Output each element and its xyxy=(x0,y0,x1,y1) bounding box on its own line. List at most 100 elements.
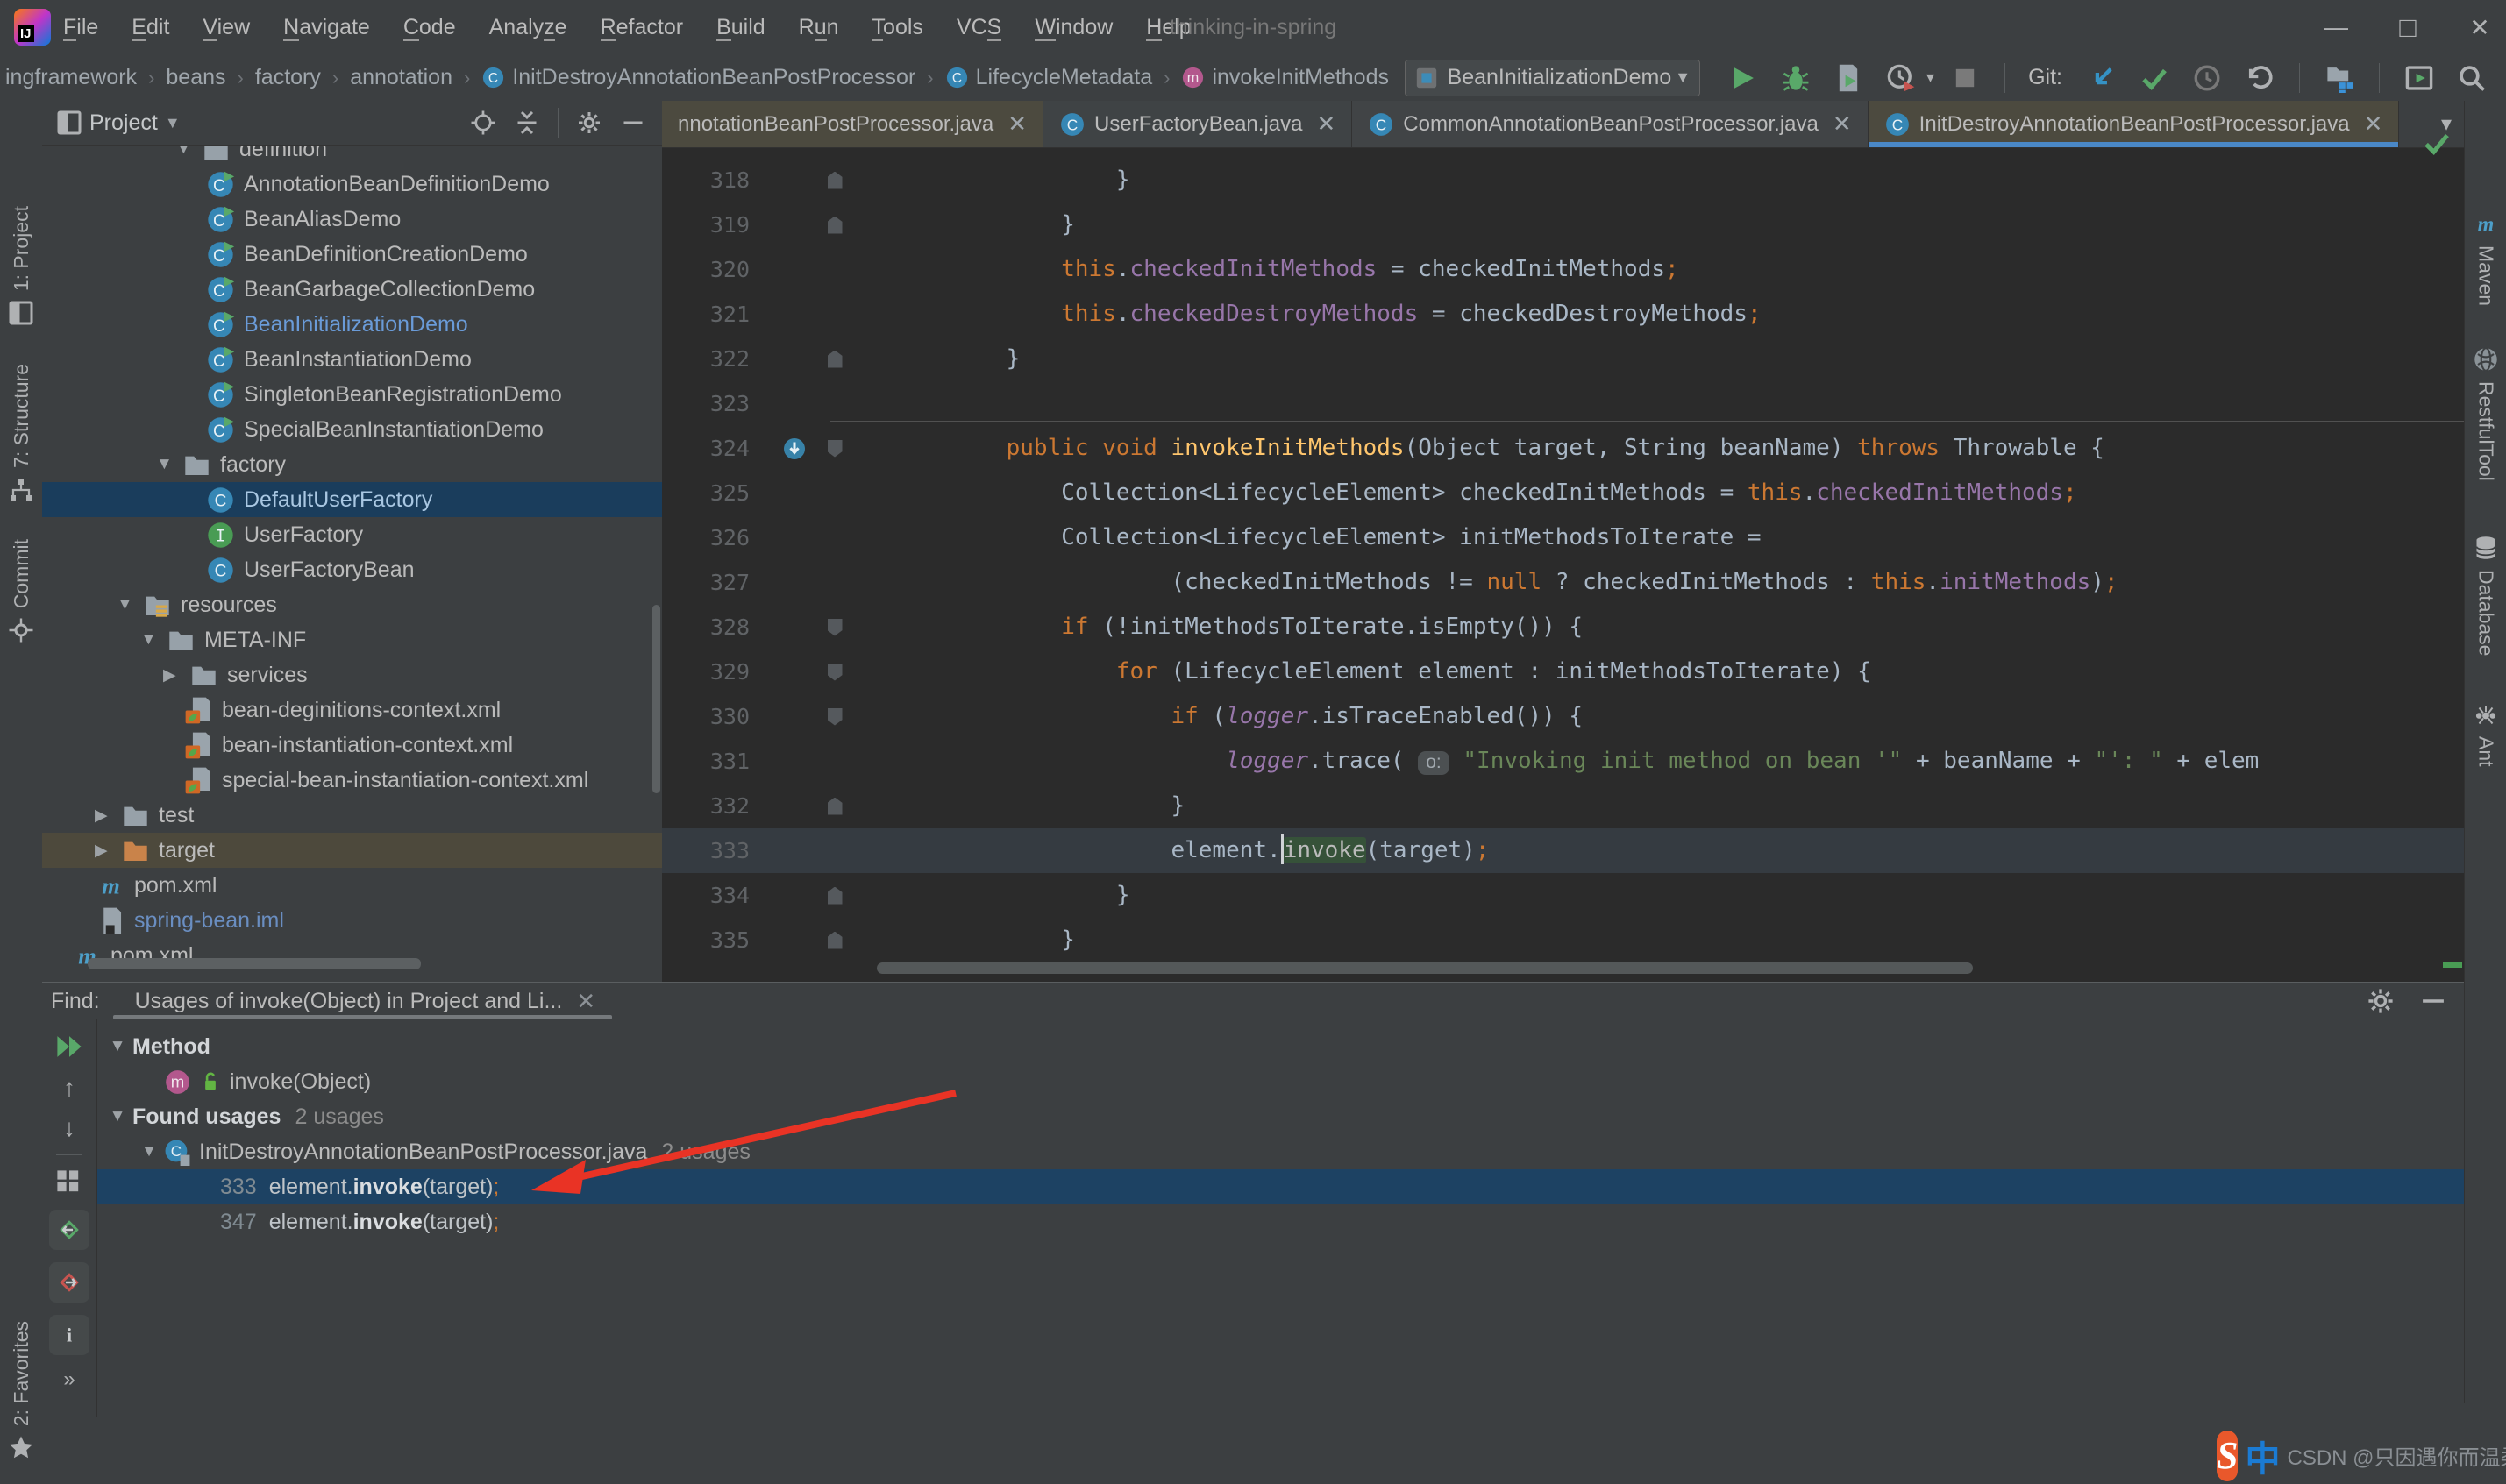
line-number[interactable]: 331 xyxy=(662,739,774,784)
code-line[interactable]: 330 if (logger.isTraceEnabled()) { xyxy=(662,694,2464,739)
menu-edit[interactable]: Edit xyxy=(132,14,169,41)
line-number[interactable]: 318 xyxy=(662,158,774,202)
editor-tab[interactable]: nnotationBeanPostProcessor.java ✕ xyxy=(662,101,1044,147)
chevron-expanded-icon[interactable]: ▼ xyxy=(175,146,202,159)
minimize-button[interactable]: — xyxy=(2318,10,2353,45)
menu-view[interactable]: View xyxy=(203,14,250,41)
toolwindow-ant[interactable]: Ant xyxy=(2465,701,2506,767)
close-button[interactable]: ✕ xyxy=(2462,10,2497,45)
inspection-ok-icon[interactable] xyxy=(2422,128,2452,158)
editor-tab[interactable]: C InitDestroyAnnotationBeanPostProcessor.… xyxy=(1868,101,2400,147)
line-number[interactable]: 333 xyxy=(662,828,774,873)
code-line[interactable]: 318 } xyxy=(662,158,2464,202)
menu-code[interactable]: Code xyxy=(402,14,456,41)
editor-tab[interactable]: C UserFactoryBean.java ✕ xyxy=(1043,101,1353,147)
stop-button[interactable] xyxy=(1950,63,1980,93)
code-line[interactable]: 322 } xyxy=(662,337,2464,381)
rerun-search-button[interactable] xyxy=(54,1032,84,1062)
find-tree-row[interactable]: ▼ C InitDestroyAnnotationBeanPostProcessor… xyxy=(97,1134,2464,1169)
previous-occurrence-button[interactable]: ↑ xyxy=(63,1074,75,1102)
line-number[interactable]: 322 xyxy=(662,337,774,381)
code-line[interactable]: 319 } xyxy=(662,202,2464,247)
tree-row[interactable]: C BeanInstantiationDemo xyxy=(42,342,662,377)
breadcrumb-item[interactable]: m invokeInitMethods xyxy=(1181,65,1389,90)
hide-panel-button[interactable] xyxy=(620,110,646,136)
breadcrumb-item[interactable]: C InitDestroyAnnotationBeanPostProcessor xyxy=(481,65,915,90)
project-panel-title[interactable]: Project xyxy=(89,110,158,136)
chevron-expanded-icon[interactable]: ▼ xyxy=(156,455,182,474)
hide-icon[interactable] xyxy=(2418,986,2448,1016)
code-line[interactable]: 329 for (LifecycleElement element : init… xyxy=(662,650,2464,694)
collapse-all-button[interactable] xyxy=(514,110,540,136)
chevron-expanded-icon[interactable]: ▼ xyxy=(103,1037,132,1056)
close-icon[interactable]: ✕ xyxy=(1833,110,1852,138)
line-number[interactable]: 329 xyxy=(662,650,774,694)
code-line[interactable]: 334 } xyxy=(662,873,2464,918)
tree-row[interactable]: ▼ META-INF xyxy=(42,622,662,657)
line-number[interactable]: 326 xyxy=(662,515,774,560)
rollback-button[interactable] xyxy=(2245,63,2275,93)
tree-row[interactable]: ▼ definition xyxy=(42,146,662,167)
commit-button[interactable] xyxy=(2139,63,2169,93)
chevron-down-icon[interactable]: ▾ xyxy=(1926,68,1934,87)
info-button[interactable]: i xyxy=(49,1315,89,1355)
line-number[interactable]: 325 xyxy=(662,471,774,515)
group-by-button[interactable] xyxy=(54,1168,84,1197)
code-line[interactable]: 335 } xyxy=(662,918,2464,962)
fold-marker[interactable] xyxy=(815,918,855,962)
run-configuration-select[interactable]: BeanInitializationDemo ▼ xyxy=(1404,59,1701,96)
menu-refactor[interactable]: Refactor xyxy=(600,14,683,41)
coverage-button[interactable] xyxy=(1833,63,1863,93)
debug-button[interactable] xyxy=(1781,63,1811,93)
close-icon[interactable]: ✕ xyxy=(1316,110,1335,138)
toolwindow-project[interactable]: 1: Project xyxy=(0,206,42,326)
line-number[interactable]: 328 xyxy=(662,605,774,650)
tree-row[interactable]: m pom.xml xyxy=(42,868,662,903)
override-gutter-icon[interactable] xyxy=(774,426,815,471)
tree-row[interactable]: bean-instantiation-context.xml xyxy=(42,728,662,763)
chevron-down-icon[interactable]: ▼ xyxy=(165,114,181,132)
locate-file-button[interactable] xyxy=(470,110,496,136)
breadcrumb-item[interactable]: C LifecycleMetadata xyxy=(945,65,1152,90)
chevron-expanded-icon[interactable]: ▼ xyxy=(134,1142,164,1161)
code-line[interactable]: 320 this.checkedInitMethods = checkedIni… xyxy=(662,247,2464,292)
run-anything-button[interactable] xyxy=(2404,63,2434,93)
line-number[interactable]: 321 xyxy=(662,292,774,337)
editor-hscrollbar[interactable] xyxy=(877,962,1973,974)
tree-row[interactable]: ▶ services xyxy=(42,657,662,692)
line-number[interactable]: 319 xyxy=(662,202,774,247)
code-line[interactable]: 321 this.checkedDestroyMethods = checked… xyxy=(662,292,2464,337)
code-line[interactable]: 328 if (!initMethodsToIterate.isEmpty())… xyxy=(662,605,2464,650)
fold-marker[interactable] xyxy=(815,337,855,381)
menu-run[interactable]: Run xyxy=(799,14,839,41)
toolwindow-database[interactable]: Database xyxy=(2465,535,2506,656)
breadcrumb-item[interactable]: ingframework xyxy=(5,65,137,90)
line-number[interactable]: 330 xyxy=(662,694,774,739)
fold-marker[interactable] xyxy=(815,202,855,247)
tree-row[interactable]: special-bean-instantiation-context.xml xyxy=(42,763,662,798)
code-line[interactable]: 324 public void invokeInitMethods(Object… xyxy=(662,426,2464,471)
chevron-expanded-icon[interactable]: ▼ xyxy=(103,1107,132,1126)
line-number[interactable]: 327 xyxy=(662,560,774,605)
fold-marker[interactable] xyxy=(815,426,855,471)
tree-row[interactable]: C BeanGarbageCollectionDemo xyxy=(42,272,662,307)
tree-row[interactable]: C SingletonBeanRegistrationDemo xyxy=(42,377,662,412)
toolwindow-favorites[interactable]: 2: Favorites xyxy=(0,1321,42,1461)
tree-row[interactable]: C DefaultUserFactory xyxy=(42,482,662,517)
code-line[interactable]: 323 xyxy=(662,381,2464,426)
menu-vcs[interactable]: VCS xyxy=(957,14,1002,41)
maximize-button[interactable]: □ xyxy=(2390,10,2425,45)
menu-analyze[interactable]: Analyze xyxy=(489,14,567,41)
run-button[interactable] xyxy=(1728,63,1758,93)
close-icon[interactable]: ✕ xyxy=(1007,110,1027,138)
tree-row[interactable]: C SpecialBeanInstantiationDemo xyxy=(42,412,662,447)
update-project-button[interactable] xyxy=(2087,63,2117,93)
tree-row[interactable]: ▼ factory xyxy=(42,447,662,482)
line-number[interactable]: 324 xyxy=(662,426,774,471)
menu-build[interactable]: Build xyxy=(716,14,765,41)
tree-row[interactable]: C BeanAliasDemo xyxy=(42,202,662,237)
close-icon[interactable]: ✕ xyxy=(576,988,595,1015)
pin-green-button[interactable] xyxy=(49,1210,89,1250)
tree-row[interactable]: C BeanDefinitionCreationDemo xyxy=(42,237,662,272)
menu-file[interactable]: File xyxy=(63,14,98,41)
